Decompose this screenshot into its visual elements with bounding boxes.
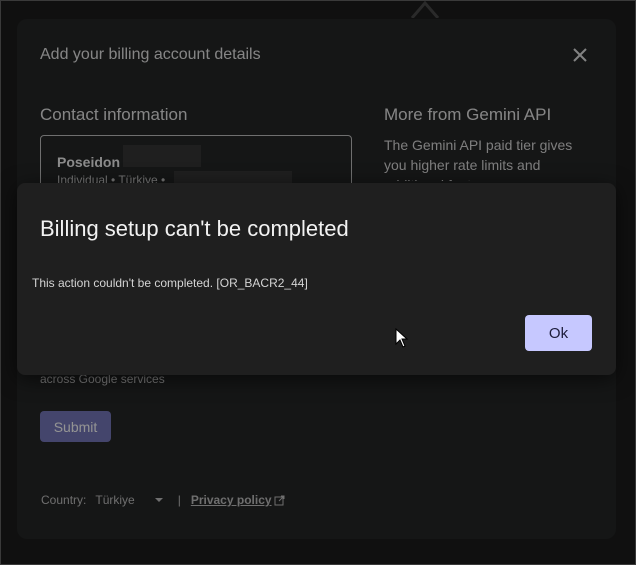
ok-button[interactable]: Ok bbox=[525, 315, 592, 351]
contact-info-heading: Contact information bbox=[40, 105, 188, 124]
country-label: Country: bbox=[41, 493, 87, 507]
privacy-policy-link[interactable]: Privacy policy bbox=[191, 493, 272, 507]
error-dialog: Billing setup can't be completed This ac… bbox=[17, 183, 616, 375]
chevron-down-icon[interactable] bbox=[154, 496, 164, 504]
submit-button[interactable]: Submit bbox=[40, 411, 111, 442]
redacted-block bbox=[123, 145, 201, 167]
external-link-icon bbox=[274, 495, 285, 505]
more-from-gemini-heading: More from Gemini API bbox=[384, 105, 552, 124]
dialog-arrow-icon bbox=[410, 0, 440, 18]
error-dialog-title: Billing setup can't be completed bbox=[40, 216, 349, 241]
billing-footer: Country: Türkiye | Privacy policy bbox=[41, 493, 285, 507]
more-from-gemini-text: The Gemini API paid tier gives you highe… bbox=[384, 137, 573, 181]
error-dialog-message: This action couldn't be completed. [OR_B… bbox=[32, 276, 308, 290]
close-icon[interactable] bbox=[572, 47, 588, 63]
screen: Add your billing account details Contact… bbox=[0, 0, 636, 565]
mouse-cursor-icon bbox=[395, 328, 409, 348]
billing-dialog-title: Add your billing account details bbox=[40, 46, 261, 63]
contact-name: Poseidon bbox=[57, 154, 121, 170]
footer-separator: | bbox=[177, 493, 181, 507]
country-select-value[interactable]: Türkiye bbox=[95, 493, 134, 507]
